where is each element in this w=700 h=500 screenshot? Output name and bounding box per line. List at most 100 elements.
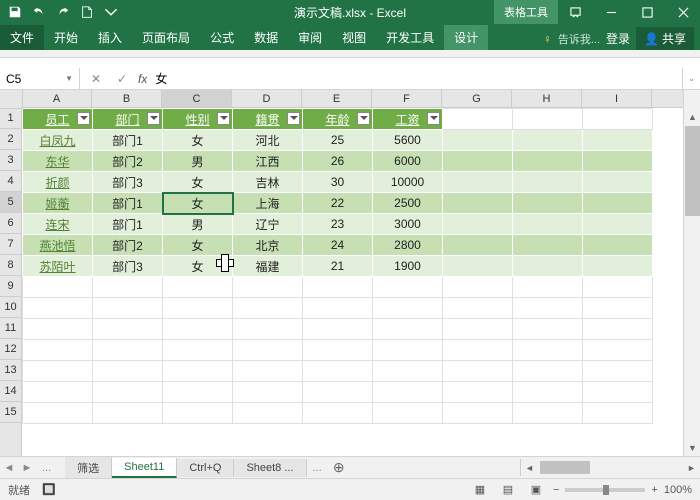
table-cell[interactable]: 部门2 bbox=[93, 151, 163, 172]
empty-cell[interactable] bbox=[513, 172, 583, 193]
table-cell[interactable]: 燕池悟 bbox=[23, 235, 93, 256]
empty-cell[interactable] bbox=[443, 277, 513, 298]
table-cell[interactable]: 河北 bbox=[233, 130, 303, 151]
row-header-12[interactable]: 12 bbox=[0, 339, 21, 360]
empty-cell[interactable] bbox=[443, 130, 513, 151]
empty-cell[interactable] bbox=[163, 403, 233, 424]
scroll-up-button[interactable]: ▲ bbox=[684, 108, 700, 125]
empty-cell[interactable] bbox=[93, 298, 163, 319]
filter-button[interactable] bbox=[217, 112, 230, 125]
tab-data[interactable]: 数据 bbox=[244, 25, 288, 50]
empty-cell[interactable] bbox=[303, 319, 373, 340]
table-cell[interactable]: 2800 bbox=[373, 235, 443, 256]
table-header-cell[interactable]: 员工 bbox=[23, 109, 93, 130]
empty-cell[interactable] bbox=[23, 277, 93, 298]
empty-cell[interactable] bbox=[443, 319, 513, 340]
row-header-15[interactable]: 15 bbox=[0, 402, 21, 423]
empty-cell[interactable] bbox=[303, 361, 373, 382]
table-cell[interactable]: 吉林 bbox=[233, 172, 303, 193]
empty-cell[interactable] bbox=[373, 403, 443, 424]
table-header-cell[interactable]: 工资 bbox=[373, 109, 443, 130]
sheet-tab[interactable]: Sheet11 bbox=[112, 458, 177, 478]
sheet-overflow-left[interactable]: ... bbox=[36, 459, 57, 477]
tab-design[interactable]: 设计 bbox=[444, 25, 488, 50]
undo-button[interactable] bbox=[28, 2, 50, 22]
table-cell[interactable]: 男 bbox=[163, 151, 233, 172]
normal-view-button[interactable]: ▦ bbox=[469, 481, 491, 499]
column-header-C[interactable]: C bbox=[162, 90, 232, 107]
row-header-9[interactable]: 9 bbox=[0, 276, 21, 297]
cancel-formula-button[interactable]: ✕ bbox=[86, 72, 106, 86]
table-cell[interactable]: 部门1 bbox=[93, 214, 163, 235]
table-cell[interactable]: 白凤九 bbox=[23, 130, 93, 151]
close-button[interactable] bbox=[666, 0, 700, 24]
column-header-D[interactable]: D bbox=[232, 90, 302, 107]
empty-cell[interactable] bbox=[303, 340, 373, 361]
table-cell[interactable]: 25 bbox=[303, 130, 373, 151]
empty-cell[interactable] bbox=[583, 172, 653, 193]
empty-cell[interactable] bbox=[513, 193, 583, 214]
zoom-in-button[interactable]: + bbox=[651, 484, 657, 496]
empty-cell[interactable] bbox=[513, 403, 583, 424]
formula-input[interactable] bbox=[147, 72, 682, 86]
tab-page-layout[interactable]: 页面布局 bbox=[132, 25, 200, 50]
scroll-right-button[interactable]: ► bbox=[683, 459, 700, 476]
empty-cell[interactable] bbox=[233, 319, 303, 340]
empty-cell[interactable] bbox=[303, 382, 373, 403]
chevron-down-icon[interactable]: ▼ bbox=[65, 74, 73, 83]
sheet-nav-next-button[interactable]: ► bbox=[18, 462, 36, 474]
empty-cell[interactable] bbox=[233, 361, 303, 382]
table-cell[interactable]: 福建 bbox=[233, 256, 303, 277]
empty-cell[interactable] bbox=[373, 277, 443, 298]
table-cell[interactable]: 部门3 bbox=[93, 256, 163, 277]
vertical-scroll-thumb[interactable] bbox=[685, 126, 700, 216]
empty-cell[interactable] bbox=[513, 256, 583, 277]
scroll-left-button[interactable]: ◄ bbox=[521, 459, 538, 476]
tab-file[interactable]: 文件 bbox=[0, 25, 44, 50]
table-cell[interactable]: 1900 bbox=[373, 256, 443, 277]
vertical-scrollbar[interactable]: ▲ ▼ bbox=[683, 90, 700, 456]
empty-cell[interactable] bbox=[163, 319, 233, 340]
zoom-out-button[interactable]: − bbox=[553, 484, 559, 496]
table-cell[interactable]: 姬蘅 bbox=[23, 193, 93, 214]
empty-cell[interactable] bbox=[373, 319, 443, 340]
filter-button[interactable] bbox=[77, 112, 90, 125]
empty-cell[interactable] bbox=[23, 340, 93, 361]
empty-cell[interactable] bbox=[93, 277, 163, 298]
empty-cell[interactable] bbox=[443, 214, 513, 235]
row-header-14[interactable]: 14 bbox=[0, 381, 21, 402]
empty-cell[interactable] bbox=[513, 277, 583, 298]
empty-cell[interactable] bbox=[513, 319, 583, 340]
empty-cell[interactable] bbox=[583, 193, 653, 214]
empty-cell[interactable] bbox=[23, 361, 93, 382]
table-cell[interactable]: 部门3 bbox=[93, 172, 163, 193]
table-cell[interactable]: 苏陌叶 bbox=[23, 256, 93, 277]
empty-cell[interactable] bbox=[443, 340, 513, 361]
row-header-8[interactable]: 8 bbox=[0, 255, 21, 276]
empty-cell[interactable] bbox=[443, 298, 513, 319]
tab-developer[interactable]: 开发工具 bbox=[376, 25, 444, 50]
row-header-3[interactable]: 3 bbox=[0, 150, 21, 171]
sheet-nav-prev-button[interactable]: ◄ bbox=[0, 462, 18, 474]
table-cell[interactable]: 女 bbox=[163, 130, 233, 151]
empty-cell[interactable] bbox=[23, 382, 93, 403]
empty-cell[interactable] bbox=[513, 130, 583, 151]
tell-me-search[interactable]: 告诉我... bbox=[558, 31, 600, 47]
empty-cell[interactable] bbox=[373, 298, 443, 319]
empty-cell[interactable] bbox=[233, 382, 303, 403]
table-header-cell[interactable]: 籍贯 bbox=[233, 109, 303, 130]
empty-cell[interactable] bbox=[513, 214, 583, 235]
empty-cell[interactable] bbox=[163, 298, 233, 319]
minimize-button[interactable] bbox=[594, 0, 628, 24]
empty-cell[interactable] bbox=[93, 403, 163, 424]
empty-cell[interactable] bbox=[233, 340, 303, 361]
add-sheet-button[interactable]: ⊕ bbox=[328, 459, 350, 476]
column-header-G[interactable]: G bbox=[442, 90, 512, 107]
share-button[interactable]: 👤 共享 bbox=[636, 27, 694, 50]
empty-cell[interactable] bbox=[513, 151, 583, 172]
table-cell[interactable]: 部门2 bbox=[93, 235, 163, 256]
table-header-cell[interactable]: 部门 bbox=[93, 109, 163, 130]
zoom-slider[interactable] bbox=[565, 488, 645, 492]
empty-cell[interactable] bbox=[373, 361, 443, 382]
row-header-2[interactable]: 2 bbox=[0, 129, 21, 150]
